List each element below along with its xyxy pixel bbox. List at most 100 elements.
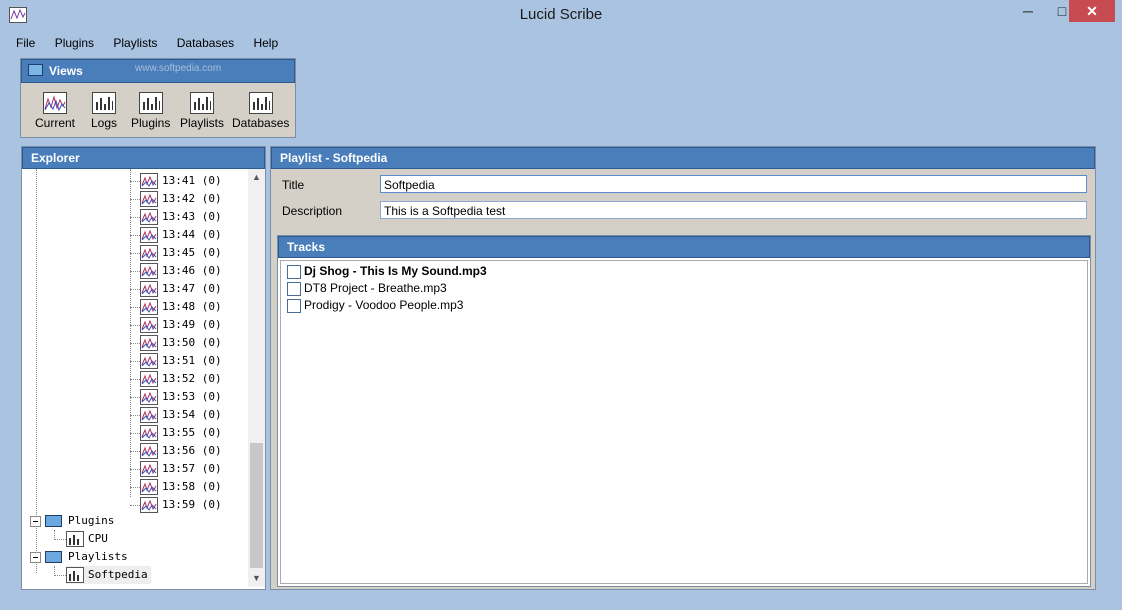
folder-icon: [28, 64, 43, 76]
tree-node-time[interactable]: 13:53 (0): [140, 388, 222, 406]
description-input[interactable]: This is a Softpedia test: [380, 201, 1087, 219]
tree-node-time[interactable]: 13:46 (0): [140, 262, 222, 280]
tree-node-time[interactable]: 13:43 (0): [140, 208, 222, 226]
tree-node-time-label: 13:43 (0): [162, 210, 222, 223]
tree-node-time-label: 13:59 (0): [162, 498, 222, 511]
tree-node-plugins[interactable]: Plugins: [30, 512, 114, 530]
track-item[interactable]: Prodigy - Voodoo People.mp3: [287, 297, 463, 313]
explorer-scrollbar[interactable]: ▲ ▼: [248, 169, 265, 587]
tree-node-time[interactable]: 13:48 (0): [140, 298, 222, 316]
tree-node-time[interactable]: 13:49 (0): [140, 316, 222, 334]
tree-node-time-label: 13:56 (0): [162, 444, 222, 457]
close-button[interactable]: ✕: [1069, 0, 1115, 22]
tree-node-time[interactable]: 13:44 (0): [140, 226, 222, 244]
tree-node-time[interactable]: 13:52 (0): [140, 370, 222, 388]
track-list[interactable]: Dj Shog - This Is My Sound.mp3 DT8 Proje…: [280, 260, 1088, 584]
collapse-icon[interactable]: [30, 551, 41, 563]
menu-bar: File Plugins Playlists Databases Help: [8, 33, 286, 53]
menu-playlists[interactable]: Playlists: [105, 33, 165, 50]
title-label: Title: [282, 178, 305, 192]
tree-node-time-label: 13:50 (0): [162, 336, 222, 349]
view-current-label: Current: [35, 116, 76, 130]
tree-node-cpu[interactable]: CPU: [66, 530, 108, 548]
tracks-header: Tracks: [278, 236, 1090, 258]
view-plugins-button[interactable]: Plugins: [131, 92, 170, 130]
view-logs-label: Logs: [91, 116, 118, 130]
audio-file-icon: [287, 298, 301, 313]
tree-node-playlists[interactable]: Playlists: [30, 548, 128, 566]
track-item[interactable]: DT8 Project - Breathe.mp3: [287, 280, 447, 296]
explorer-tree[interactable]: 13:41 (0) 13:42 (0) 13:43 (0) 13:44 (0) 13:4…: [22, 169, 246, 589]
tree-node-time[interactable]: 13:41 (0): [140, 172, 222, 190]
tree-node-time-label: 13:57 (0): [162, 462, 222, 475]
view-current-button[interactable]: Current: [35, 92, 75, 130]
log-chart-icon: [140, 353, 158, 369]
tree-node-softpedia[interactable]: Softpedia: [66, 566, 151, 584]
tree-node-time[interactable]: 13:50 (0): [140, 334, 222, 352]
tree-node-time[interactable]: 13:55 (0): [140, 424, 222, 442]
tree-node-time[interactable]: 13:58 (0): [140, 478, 222, 496]
tree-node-time-label: 13:45 (0): [162, 246, 222, 259]
log-chart-icon: [140, 461, 158, 477]
tree-node-time[interactable]: 13:54 (0): [140, 406, 222, 424]
tree-node-time[interactable]: 13:51 (0): [140, 352, 222, 370]
tree-node-time-label: 13:58 (0): [162, 480, 222, 493]
menu-help[interactable]: Help: [245, 33, 286, 50]
audio-file-icon: [287, 264, 301, 279]
audio-file-icon: [287, 281, 301, 296]
tree-node-softpedia-label: Softpedia: [88, 568, 148, 581]
view-databases-label: Databases: [232, 116, 290, 130]
log-chart-icon: [140, 425, 158, 441]
log-chart-icon: [140, 227, 158, 243]
tree-node-time-label: 13:53 (0): [162, 390, 222, 403]
tree-node-time[interactable]: 13:42 (0): [140, 190, 222, 208]
minimize-button[interactable]: ─: [1011, 0, 1045, 22]
views-header-label: Views: [49, 64, 83, 78]
tree-node-time[interactable]: 13:59 (0): [140, 496, 222, 514]
tree-node-time-label: 13:44 (0): [162, 228, 222, 241]
scroll-up-icon[interactable]: ▲: [248, 169, 265, 186]
tree-node-cpu-label: CPU: [88, 532, 108, 545]
view-plugins-label: Plugins: [131, 116, 171, 130]
tree-node-time[interactable]: 13:47 (0): [140, 280, 222, 298]
tree-node-time-label: 13:49 (0): [162, 318, 222, 331]
collapse-icon[interactable]: [30, 515, 41, 527]
menu-file[interactable]: File: [8, 33, 43, 50]
folder-icon: [45, 515, 62, 527]
explorer-header: Explorer: [22, 147, 265, 169]
track-item[interactable]: Dj Shog - This Is My Sound.mp3: [287, 263, 487, 279]
tree-node-plugins-label: Plugins: [68, 514, 115, 527]
view-playlists-button[interactable]: Playlists: [180, 92, 224, 130]
log-chart-icon: [140, 479, 158, 495]
tree-node-time-label: 13:42 (0): [162, 192, 222, 205]
title-input[interactable]: Softpedia: [380, 175, 1087, 193]
tree-node-time-label: 13:48 (0): [162, 300, 222, 313]
tree-node-time-label: 13:55 (0): [162, 426, 222, 439]
view-databases-button[interactable]: Databases: [232, 92, 289, 130]
window-title: Lucid Scribe: [519, 6, 603, 23]
menu-plugins[interactable]: Plugins: [47, 33, 102, 50]
tree-node-time[interactable]: 13:56 (0): [140, 442, 222, 460]
bar-chart-icon: [138, 92, 163, 114]
title-bar: Lucid Scribe ─ □ ✕: [0, 0, 1122, 31]
tree-node-time[interactable]: 13:57 (0): [140, 460, 222, 478]
tree-node-time-label: 13:46 (0): [162, 264, 222, 277]
log-chart-icon: [140, 263, 158, 279]
description-label: Description: [282, 204, 343, 218]
log-chart-icon: [140, 407, 158, 423]
view-logs-button[interactable]: Logs: [91, 92, 117, 130]
log-chart-icon: [140, 299, 158, 315]
scroll-down-icon[interactable]: ▼: [248, 570, 265, 587]
log-chart-icon: [140, 335, 158, 351]
bar-chart-icon: [248, 92, 273, 114]
tracks-panel: Tracks Dj Shog - This Is My Sound.mp3 DT…: [277, 235, 1091, 587]
tree-node-time[interactable]: 13:45 (0): [140, 244, 222, 262]
watermark-text: www.softpedia.com: [135, 63, 222, 74]
log-chart-icon: [140, 209, 158, 225]
menu-databases[interactable]: Databases: [169, 33, 242, 50]
scroll-thumb[interactable]: [250, 443, 263, 568]
log-chart-icon: [140, 389, 158, 405]
explorer-panel: Explorer 13:41 (0) 13:42 (0) 13:43 (0) 13:4…: [21, 146, 266, 590]
playlist-icon: [66, 567, 84, 583]
tree-node-time-label: 13:51 (0): [162, 354, 222, 367]
